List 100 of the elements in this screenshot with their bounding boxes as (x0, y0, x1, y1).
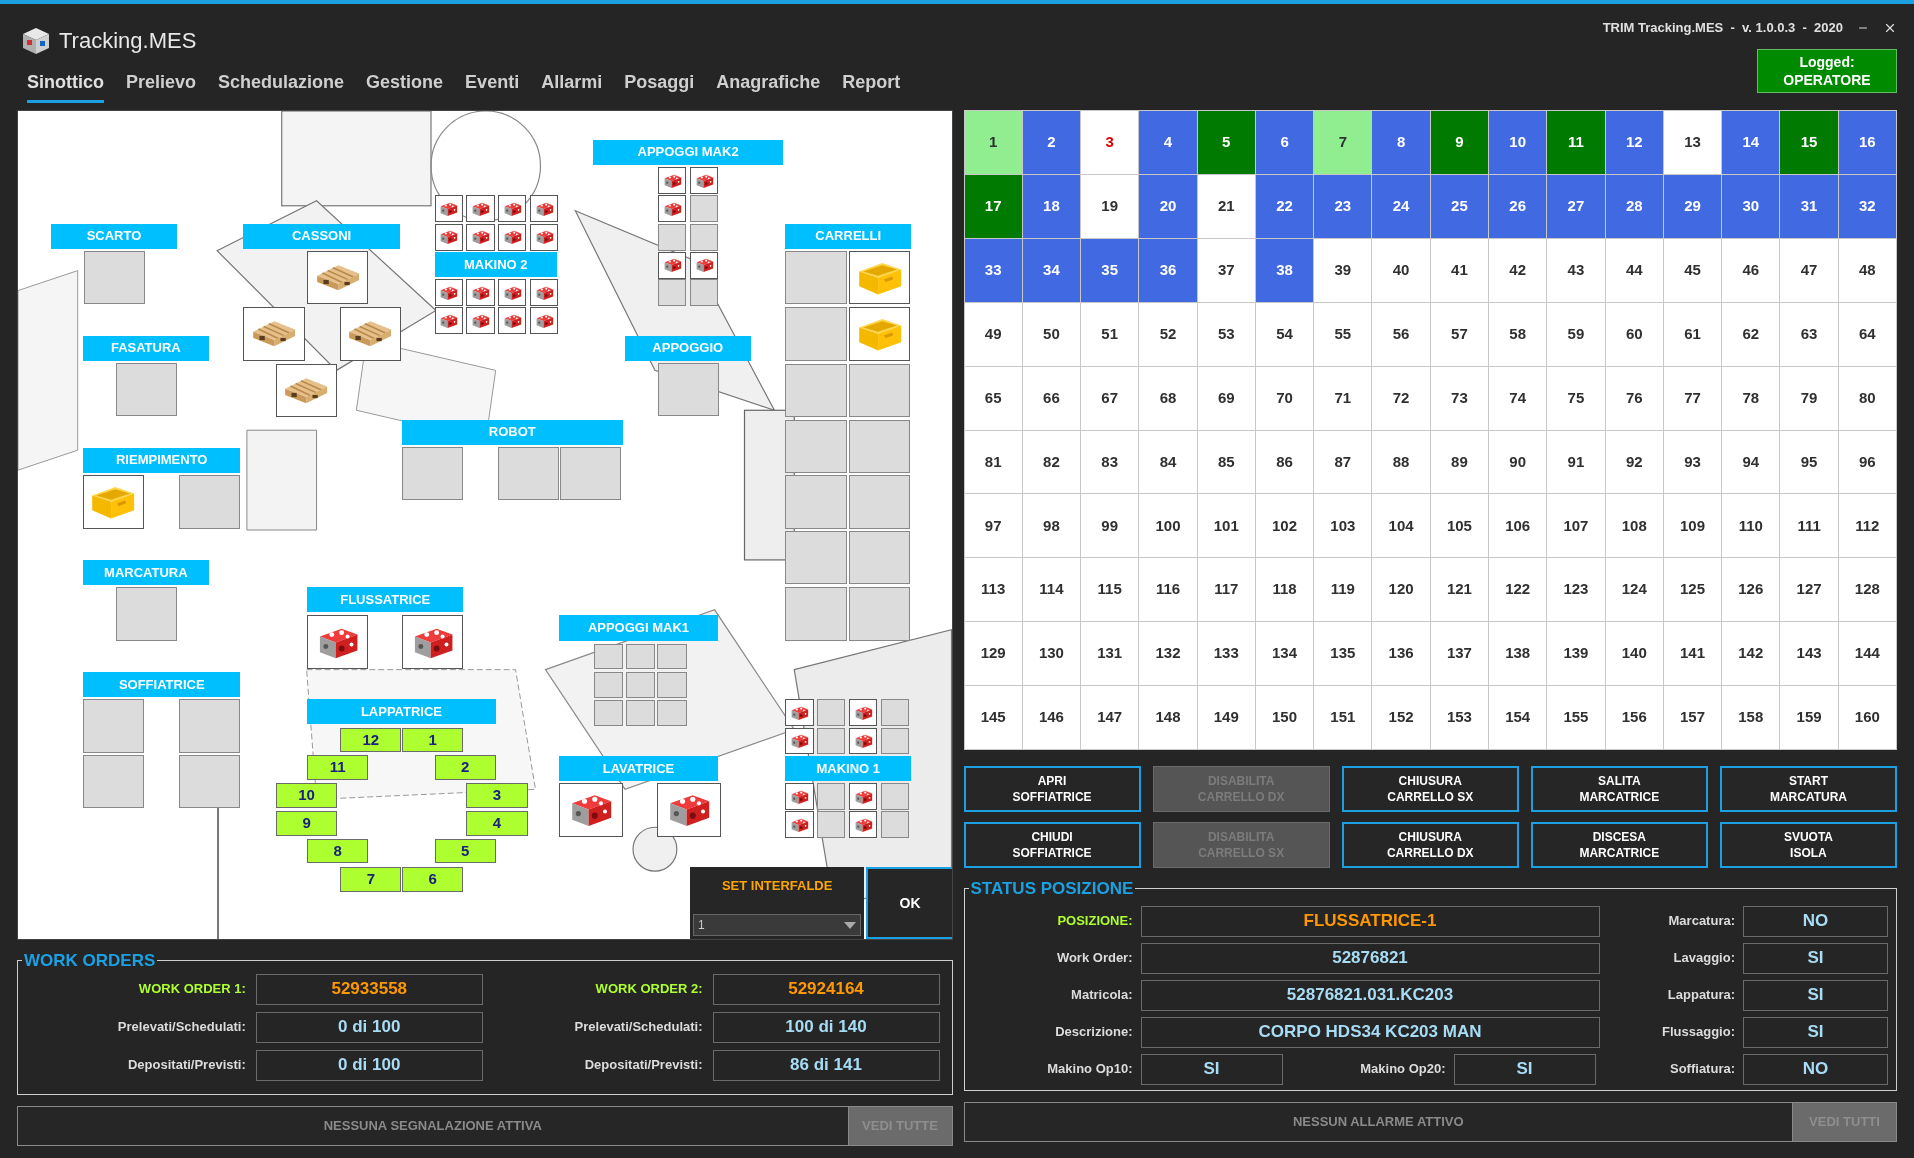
position-cell[interactable]: 21 (1197, 174, 1255, 238)
position-cell[interactable]: 124 (1605, 558, 1663, 622)
position-cell[interactable]: 145 (964, 686, 1022, 749)
position-cell[interactable]: 36 (1139, 238, 1197, 302)
lapping-position[interactable]: 4 (466, 811, 528, 836)
position-cell[interactable]: 131 (1081, 622, 1139, 686)
position-cell[interactable]: 58 (1489, 302, 1547, 366)
empty-slot[interactable] (785, 419, 847, 473)
position-cell[interactable]: 155 (1547, 686, 1605, 749)
empty-slot[interactable] (179, 755, 241, 809)
empty-slot[interactable] (849, 363, 911, 418)
occupied-slot[interactable] (83, 475, 145, 529)
command-button[interactable]: CHIUSURA CARRELLO DX (1341, 822, 1519, 868)
position-cell[interactable]: 116 (1139, 558, 1197, 622)
occupied-slot[interactable] (849, 307, 911, 361)
position-cell[interactable]: 73 (1430, 366, 1489, 430)
empty-slot[interactable] (657, 671, 687, 698)
position-cell[interactable]: 94 (1722, 430, 1780, 494)
empty-slot[interactable] (785, 587, 847, 641)
empty-slot[interactable] (849, 475, 911, 529)
empty-slot[interactable] (849, 419, 911, 473)
position-cell[interactable]: 159 (1780, 686, 1838, 749)
position-cell[interactable]: 18 (1022, 174, 1081, 238)
position-cell[interactable]: 64 (1838, 302, 1896, 366)
command-button[interactable]: CHIUSURA CARRELLO SX (1341, 766, 1519, 812)
position-cell[interactable]: 86 (1255, 430, 1314, 494)
interfalde-select[interactable]: 1 (692, 914, 862, 937)
occupied-slot[interactable] (849, 699, 878, 727)
empty-slot[interactable] (83, 251, 145, 305)
position-cell[interactable]: 6 (1255, 111, 1314, 174)
position-cell[interactable]: 70 (1255, 366, 1314, 430)
occupied-slot[interactable] (656, 783, 721, 837)
occupied-slot[interactable] (498, 223, 527, 251)
position-cell[interactable]: 61 (1663, 302, 1722, 366)
position-cell[interactable]: 160 (1838, 686, 1896, 749)
position-cell[interactable]: 136 (1372, 622, 1430, 686)
position-cell[interactable]: 92 (1605, 430, 1663, 494)
position-cell[interactable]: 150 (1255, 686, 1314, 749)
command-button[interactable]: DISCESA MARCATRICE (1530, 822, 1708, 868)
position-cell[interactable]: 74 (1489, 366, 1547, 430)
nav-tab[interactable]: Eventi (465, 69, 520, 103)
position-cell[interactable]: 126 (1722, 558, 1780, 622)
lapping-position[interactable]: 11 (307, 755, 369, 780)
position-cell[interactable]: 139 (1547, 622, 1605, 686)
position-cell[interactable]: 91 (1547, 430, 1605, 494)
lapping-position[interactable]: 10 (275, 783, 338, 808)
position-cell[interactable]: 148 (1139, 686, 1197, 749)
position-cell[interactable]: 63 (1780, 302, 1838, 366)
position-cell[interactable]: 27 (1547, 174, 1605, 238)
occupied-slot[interactable] (785, 811, 814, 839)
position-cell[interactable]: 120 (1372, 558, 1430, 622)
position-cell[interactable]: 23 (1314, 174, 1372, 238)
occupied-slot[interactable] (466, 279, 495, 307)
position-cell[interactable]: 99 (1081, 494, 1139, 558)
position-cell[interactable]: 65 (964, 366, 1022, 430)
position-cell[interactable]: 82 (1022, 430, 1081, 494)
position-cell[interactable]: 22 (1255, 174, 1314, 238)
position-cell[interactable]: 3 (1081, 111, 1139, 174)
position-cell[interactable]: 54 (1255, 302, 1314, 366)
position-cell[interactable]: 132 (1139, 622, 1197, 686)
position-cell[interactable]: 154 (1489, 686, 1547, 749)
position-cell[interactable]: 78 (1722, 366, 1780, 430)
empty-slot[interactable] (689, 223, 719, 251)
position-cell[interactable]: 96 (1838, 430, 1896, 494)
empty-slot[interactable] (658, 279, 687, 307)
position-cell[interactable]: 66 (1022, 366, 1081, 430)
occupied-slot[interactable] (466, 307, 495, 335)
position-cell[interactable]: 1 (964, 111, 1022, 174)
occupied-slot[interactable] (307, 251, 369, 305)
occupied-slot[interactable] (466, 223, 495, 251)
position-cell[interactable]: 117 (1197, 558, 1255, 622)
occupied-slot[interactable] (785, 783, 814, 811)
position-cell[interactable]: 143 (1780, 622, 1838, 686)
empty-slot[interactable] (657, 643, 687, 670)
position-cell[interactable]: 84 (1139, 430, 1197, 494)
occupied-slot[interactable] (243, 307, 305, 361)
command-button[interactable]: SALITA MARCATRICE (1530, 766, 1708, 812)
position-cell[interactable]: 12 (1605, 111, 1663, 174)
empty-slot[interactable] (785, 531, 847, 585)
position-cell[interactable]: 119 (1314, 558, 1372, 622)
position-cell[interactable]: 88 (1372, 430, 1430, 494)
nav-tab[interactable]: Schedulazione (218, 69, 345, 103)
position-cell[interactable]: 34 (1022, 238, 1081, 302)
position-cell[interactable]: 7 (1314, 111, 1372, 174)
position-cell[interactable]: 114 (1022, 558, 1081, 622)
empty-slot[interactable] (689, 195, 719, 223)
position-cell[interactable]: 81 (964, 430, 1022, 494)
position-cell[interactable]: 122 (1489, 558, 1547, 622)
nav-tab[interactable]: Sinottico (27, 69, 104, 103)
occupied-slot[interactable] (530, 223, 559, 251)
empty-slot[interactable] (849, 587, 911, 641)
position-cell[interactable]: 69 (1197, 366, 1255, 430)
position-cell[interactable]: 118 (1255, 558, 1314, 622)
position-cell[interactable]: 112 (1838, 494, 1896, 558)
occupied-slot[interactable] (785, 699, 814, 727)
position-cell[interactable]: 49 (964, 302, 1022, 366)
position-cell[interactable]: 102 (1255, 494, 1314, 558)
lapping-position[interactable]: 12 (340, 727, 402, 753)
occupied-slot[interactable] (339, 307, 401, 361)
position-cell[interactable]: 100 (1139, 494, 1197, 558)
